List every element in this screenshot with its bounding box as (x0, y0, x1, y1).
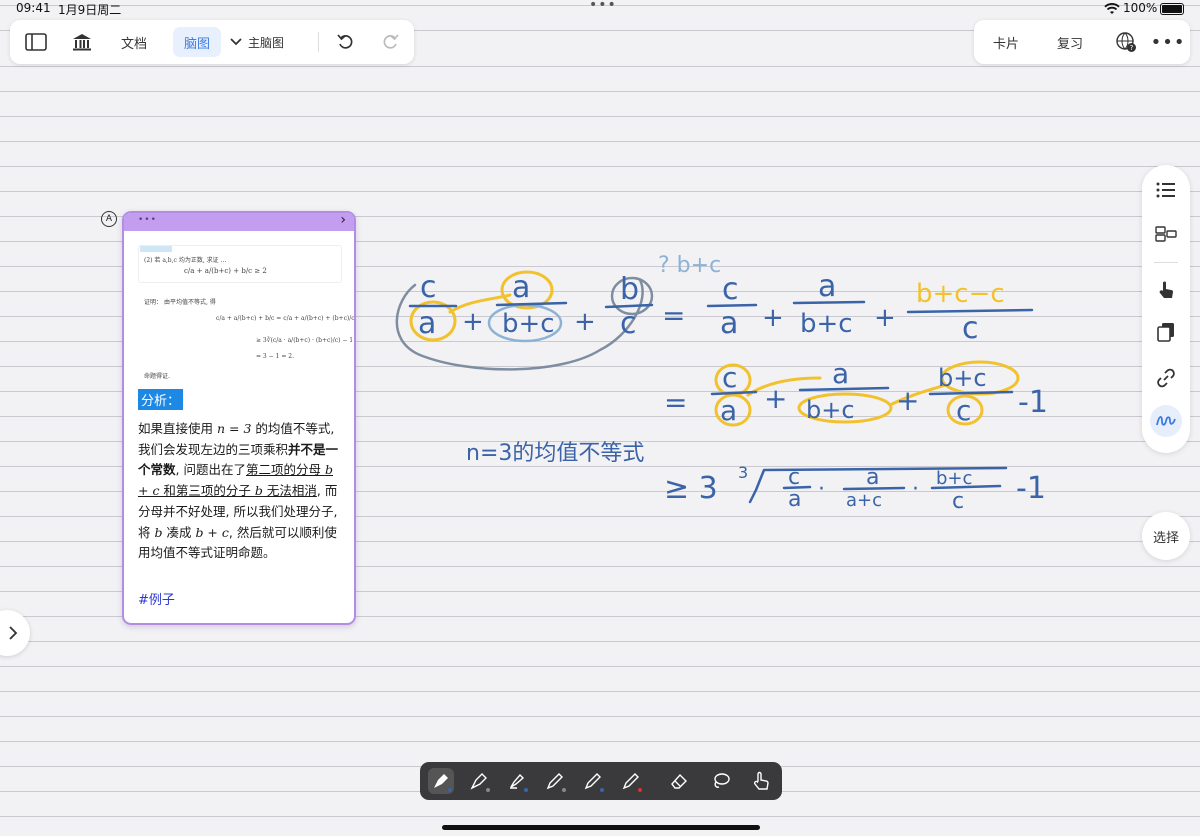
handwritten-hint: ? b+c (658, 253, 721, 278)
svg-text:a+c: a+c (846, 490, 882, 511)
svg-text:b: b (620, 272, 639, 307)
svg-text:a: a (720, 306, 738, 341)
svg-text:c: c (962, 311, 979, 346)
svg-text:·: · (912, 477, 919, 502)
lasso-icon[interactable] (708, 768, 734, 794)
handwritten-equation-line-3: ca · aa+c · b+cc (788, 465, 972, 514)
svg-text:b+c: b+c (800, 309, 853, 339)
svg-text:=: = (662, 299, 685, 332)
svg-text:c: c (620, 306, 637, 341)
handwritten-line2-tail: -1 (1018, 385, 1048, 420)
handwritten-bcc-numerator: b+c−c (916, 279, 1005, 309)
svg-text:+: + (462, 307, 484, 337)
pencil-gray-icon[interactable] (542, 768, 568, 794)
svg-text:a: a (720, 394, 737, 427)
svg-text:a: a (512, 270, 530, 305)
svg-text:=: = (664, 386, 687, 419)
highlighter-icon[interactable] (504, 768, 530, 794)
svg-text:c: c (956, 394, 971, 427)
hand-touch-icon[interactable] (748, 768, 774, 794)
svg-text:·: · (818, 477, 825, 502)
svg-text:+: + (874, 303, 896, 333)
svg-text:c: c (420, 270, 437, 305)
handwritten-equation-line-2: =ca + ab+c + b+cc (664, 357, 987, 427)
svg-text:+: + (574, 307, 596, 337)
handwritten-line3-prefix: ≥ 3 (664, 471, 718, 506)
svg-text:c: c (952, 489, 964, 514)
svg-text:b+c: b+c (806, 396, 855, 424)
ballpoint-pen-icon[interactable] (466, 768, 492, 794)
handwriting-canvas[interactable]: ca + ab+c + bc = ca + ab+c + c b+c−c ? b+c =c… (0, 0, 1200, 836)
svg-text:a: a (818, 269, 836, 304)
pencil-red-icon[interactable] (618, 768, 644, 794)
pen-toolbar (420, 762, 782, 800)
handwritten-line3-tail: -1 (1016, 471, 1046, 506)
handwritten-n3-label: n=3的均值不等式 (466, 441, 644, 466)
fountain-pen-icon[interactable] (428, 768, 454, 794)
svg-text:b+c: b+c (936, 468, 972, 489)
svg-text:a: a (418, 306, 436, 341)
svg-text:b+c: b+c (938, 364, 987, 392)
eraser-icon[interactable] (666, 768, 692, 794)
home-indicator (442, 825, 760, 830)
handwritten-equation-line-1: ca + ab+c + bc = ca + ab+c + c (418, 269, 979, 346)
handwritten-root-index: 3 (738, 463, 748, 482)
svg-text:+: + (896, 384, 919, 417)
svg-text:+: + (762, 303, 784, 333)
svg-text:a: a (788, 487, 801, 512)
svg-text:b+c: b+c (502, 309, 555, 339)
svg-text:a: a (866, 465, 879, 490)
svg-text:c: c (722, 361, 737, 394)
svg-text:a: a (832, 357, 849, 390)
svg-text:+: + (764, 382, 787, 415)
svg-text:c: c (722, 272, 739, 307)
pencil-blue-icon[interactable] (580, 768, 606, 794)
